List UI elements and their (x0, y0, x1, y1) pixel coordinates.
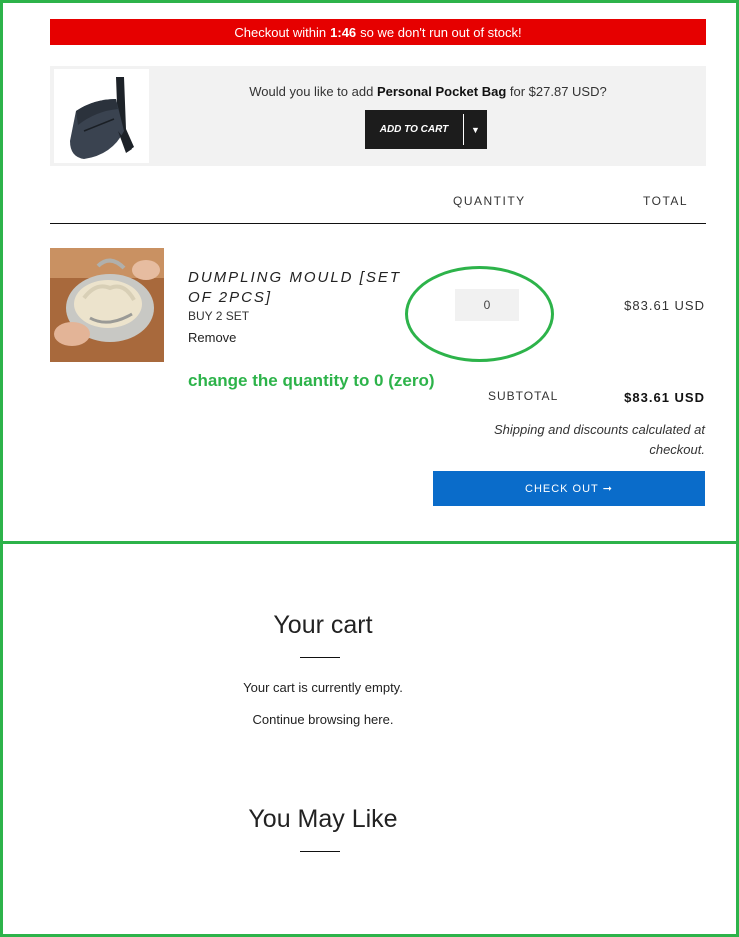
crossbody-bag-icon (70, 77, 134, 159)
cart-title: Your cart (273, 611, 373, 639)
title-underline (300, 657, 340, 658)
urgency-banner: Checkout within 1:46 so we don't run out… (50, 19, 706, 45)
subtotal-value: $83.61 USD (624, 390, 705, 405)
cart-screenshot-before: Checkout within 1:46 so we don't run out… (0, 0, 739, 544)
annotation-text: change the quantity to 0 (zero) (188, 371, 435, 390)
you-may-like-underline (300, 851, 340, 852)
upsell-suffix: for $27.87 USD? (509, 84, 607, 99)
urgency-suffix: so we don't run out of stock! (360, 24, 522, 40)
urgency-timer: 1:46 (330, 24, 357, 40)
upsell-product-image[interactable] (54, 69, 149, 163)
shipping-note: Shipping and discounts calculated at che… (493, 422, 705, 457)
continue-browsing-link[interactable]: Continue browsing here. (3, 712, 643, 727)
add-to-cart-button[interactable]: ADD TO CART (365, 110, 463, 149)
you-may-like-title: You May Like (248, 805, 398, 833)
upsell-add-to-cart: ADD TO CART ▼ (365, 110, 487, 149)
line-item-variant: BUY 2 SET (188, 309, 250, 323)
cart-screenshot-after: Your cart Your cart is currently empty. … (0, 541, 739, 937)
line-item-title[interactable]: DUMPLING MOULD [SET OF 2PCS] (188, 268, 428, 308)
arrow-right-icon: ➞ (602, 483, 613, 495)
quantity-header: QUANTITY (453, 194, 526, 208)
checkout-button[interactable]: CHECK OUT ➞ (433, 471, 705, 506)
upsell-box: Would you like to add Personal Pocket Ba… (50, 66, 706, 166)
total-header: TOTAL (643, 194, 689, 208)
subtotal-label: SUBTOTAL (488, 389, 559, 403)
quantity-input[interactable] (455, 289, 519, 321)
empty-cart-message: Your cart is currently empty. (243, 680, 403, 695)
upsell-message: Would you like to add Personal Pocket Ba… (150, 84, 706, 99)
caret-down-icon[interactable]: ▼ (464, 110, 487, 149)
remove-link[interactable]: Remove (188, 330, 236, 345)
line-item-total: $83.61 USD (624, 298, 705, 313)
upsell-prefix: Would you like to add (249, 84, 374, 99)
line-item-image[interactable] (50, 248, 164, 362)
urgency-prefix: Checkout within (234, 24, 327, 40)
upsell-product-name: Personal Pocket Bag (376, 84, 507, 99)
dumpling-mould-icon (50, 248, 164, 362)
header-divider (50, 223, 706, 224)
checkout-label: CHECK OUT (525, 482, 599, 495)
